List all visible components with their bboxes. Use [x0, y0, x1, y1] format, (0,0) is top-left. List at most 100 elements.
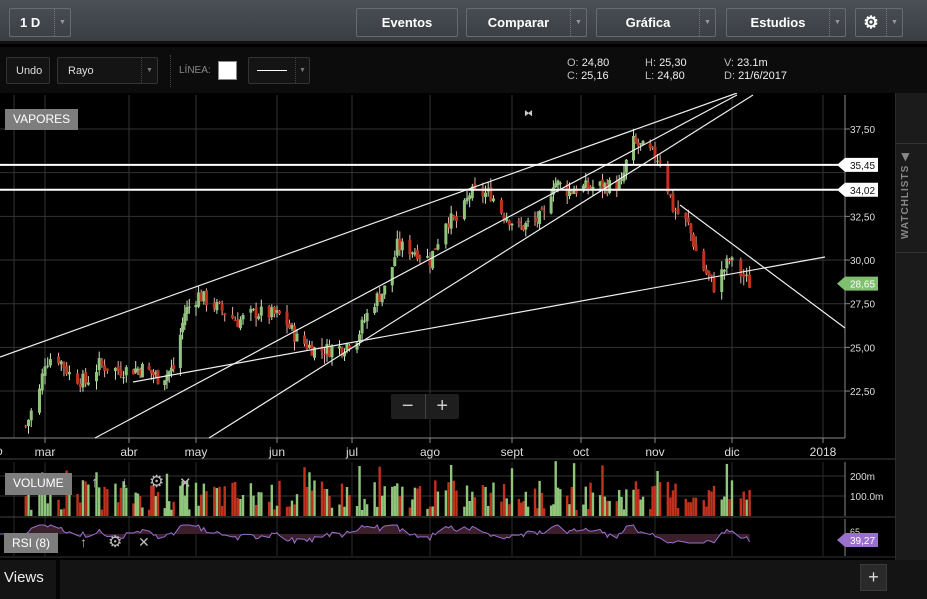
candle-body [454, 216, 458, 222]
volume-bar [408, 507, 412, 516]
time-tick-label: 2018 [810, 445, 837, 459]
chevron-down-icon: ▼ [699, 9, 715, 36]
estudios-label: Estudios [750, 15, 806, 30]
volume-bar [260, 492, 263, 516]
candle-body [86, 382, 90, 385]
volume-bar [566, 495, 569, 516]
move-up-icon[interactable]: ↑ [80, 534, 87, 550]
views-label[interactable]: Views [4, 569, 44, 586]
volume-bar [267, 501, 271, 516]
move-down-icon[interactable]: ↓ [121, 474, 129, 491]
volume-bar [141, 507, 144, 516]
candle-body [491, 198, 495, 202]
estudios-button[interactable]: Estudios ▼ [726, 8, 846, 37]
volume-bar [634, 481, 638, 516]
volume-bar [303, 467, 306, 516]
volume-bar [575, 509, 578, 516]
candle-body [408, 240, 412, 255]
candle-body [558, 183, 562, 185]
price-label-tag: 34,02 [837, 182, 878, 197]
candle-body [187, 306, 191, 308]
close-icon[interactable]: ✕ [138, 534, 150, 551]
drawing-tool-select[interactable]: Rayo ▼ [57, 57, 158, 84]
volume-bar [559, 489, 562, 516]
volume-bar [24, 496, 27, 516]
watchlists-tab[interactable]: WATCHLISTS ◀ [896, 143, 927, 253]
interval-label: 1 D [20, 15, 41, 30]
volume-bar [584, 486, 587, 516]
line-style-select[interactable]: ▼ [248, 57, 310, 84]
candle-body [709, 274, 713, 277]
candle-body [122, 377, 126, 379]
high-value: 25,30 [659, 57, 687, 69]
candle-body [510, 223, 514, 226]
zoom-out-button[interactable]: − [391, 394, 426, 419]
watchlists-sidebar: WATCHLISTS ◀ [895, 93, 927, 560]
volume-bar [625, 489, 628, 516]
volume-bar [669, 497, 672, 516]
volume-bar [637, 489, 640, 516]
interval-select[interactable]: 1 D ▼ [9, 8, 71, 37]
volume-bar [720, 499, 723, 516]
candle-body [78, 384, 82, 387]
volume-bar [87, 484, 90, 516]
volume-bar [218, 486, 221, 516]
time-tick-label: sept [501, 445, 524, 459]
eventos-button[interactable]: Eventos [356, 8, 458, 37]
volume-bar [552, 504, 555, 516]
grafica-label: Gráfica [625, 15, 671, 30]
candle-body [84, 371, 88, 384]
volume-bar [236, 497, 240, 516]
volume-bar [308, 472, 311, 516]
volume-bar [739, 498, 743, 516]
time-tick-label: jul [345, 445, 358, 459]
volume-bar [348, 495, 351, 516]
undo-button[interactable]: Undo [6, 57, 50, 84]
volume-bar [215, 488, 219, 516]
zoom-in-button[interactable]: + [426, 394, 460, 419]
volume-bar [233, 481, 237, 516]
candle-body [425, 256, 429, 258]
comparar-button[interactable]: Comparar ▼ [466, 8, 587, 37]
volume-bar [447, 482, 450, 516]
volume-bar [295, 494, 299, 516]
volume-bar [622, 509, 626, 516]
gear-icon[interactable]: ⚙ [149, 472, 164, 492]
eventos-label: Eventos [381, 15, 433, 30]
candle-body [702, 250, 706, 271]
candle-body [449, 213, 453, 229]
candle-body [556, 180, 560, 186]
volume-bar [598, 495, 602, 516]
line-color-swatch[interactable] [218, 61, 237, 80]
volume-bar [241, 494, 245, 516]
volume-bar [156, 492, 160, 516]
candle-body [674, 210, 678, 212]
candle-body [730, 257, 734, 261]
volume-bar [632, 489, 635, 516]
candle-body [233, 319, 237, 321]
candle-body [202, 291, 206, 302]
zoom-controls: − + [391, 394, 459, 419]
volume-bar [165, 473, 169, 516]
candle-body [499, 199, 503, 214]
candle-body [199, 292, 203, 302]
close-icon[interactable]: ✕ [179, 474, 192, 492]
volume-bar [134, 492, 137, 516]
grafica-button[interactable]: Gráfica ▼ [596, 8, 716, 37]
move-up-icon[interactable]: ↑ [91, 474, 99, 491]
add-view-button[interactable]: + [860, 564, 887, 591]
candle-body [103, 365, 107, 371]
price-chart[interactable]: 37,50 32,50 30,00 27,50 25,00 22,50 o mar abr may… [0, 93, 895, 560]
candle-body [624, 159, 628, 173]
gear-icon[interactable]: ⚙ [108, 532, 122, 552]
volume-bar [163, 508, 166, 516]
candle-body [671, 193, 675, 212]
candle-body [303, 335, 306, 344]
volume-bar [449, 464, 453, 516]
candle-body [215, 302, 219, 311]
settings-button[interactable]: ⚙ ▼ [855, 8, 903, 37]
high-label: H: [645, 57, 656, 69]
candle-body [684, 212, 688, 219]
candle-body [270, 307, 274, 318]
volume-bar [183, 495, 187, 516]
